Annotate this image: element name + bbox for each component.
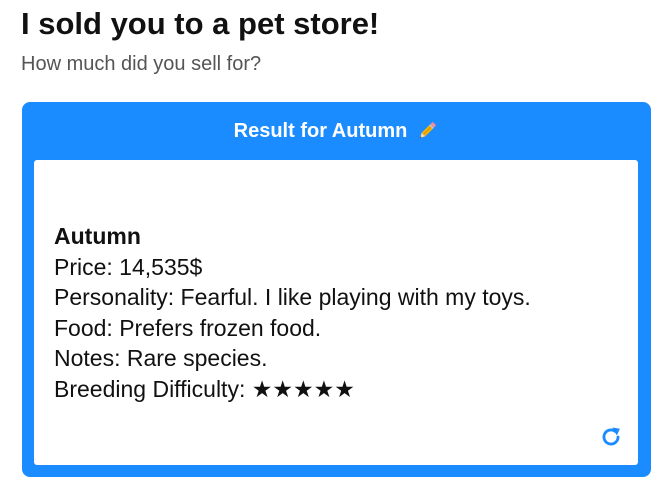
refresh-icon[interactable] [598, 424, 624, 450]
pencil-icon[interactable] [415, 119, 439, 143]
personality-line: Personality: Fearful. I like playing wit… [54, 284, 531, 310]
price-line: Price: 14,535$ [54, 253, 203, 280]
result-card: Result for Autumn Autumn Price: 14,535$ … [22, 102, 651, 477]
result-text: Autumn Price: 14,535$ Personality: Fearf… [54, 221, 531, 404]
card-header: Result for Autumn [22, 102, 651, 160]
notes-line: Notes: Rare species. [54, 345, 268, 371]
food-line: Food: Prefers frozen food. [54, 314, 322, 341]
card-header-label: Result for Autumn [233, 119, 408, 142]
page-title: I sold you to a pet store! [21, 6, 380, 41]
breeding-difficulty-line: Breeding Difficulty: ★★★★★ [54, 375, 355, 402]
page-subtitle: How much did you sell for? [21, 53, 262, 75]
result-panel: Autumn Price: 14,535$ Personality: Fearf… [34, 160, 638, 465]
pet-name: Autumn [54, 223, 141, 249]
